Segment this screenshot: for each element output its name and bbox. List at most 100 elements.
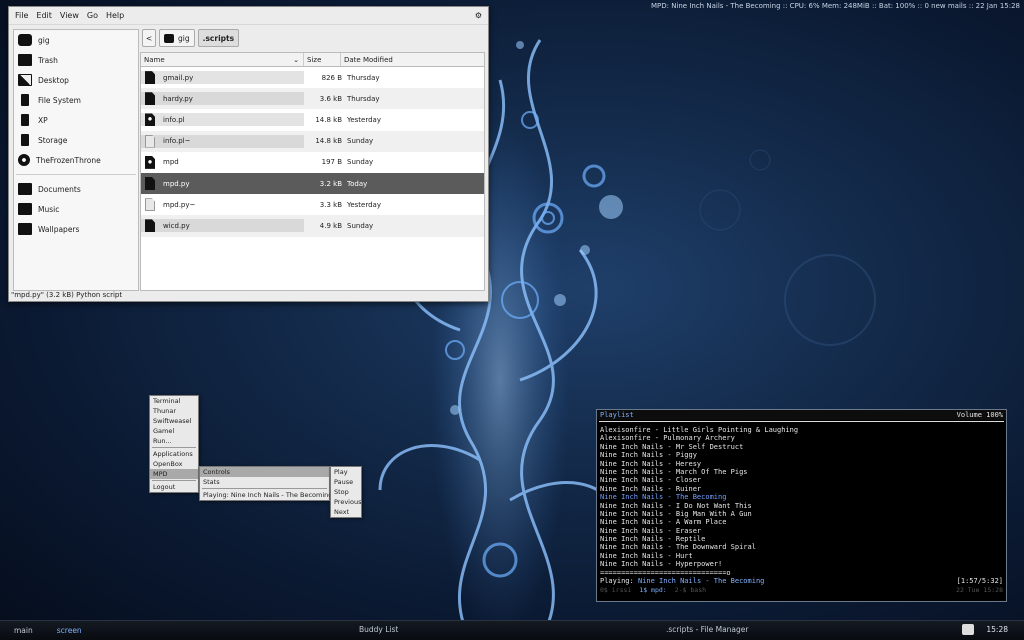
- screen-window[interactable]: 2-$ bash: [675, 586, 706, 594]
- menu-item-controls[interactable]: Controls: [200, 467, 329, 477]
- playlist-track[interactable]: Nine Inch Nails - Big Man With A Gun: [597, 510, 1006, 518]
- menu-view[interactable]: View: [60, 11, 79, 20]
- sidebar-item-wallpapers[interactable]: Wallpapers: [14, 219, 138, 239]
- playlist-track[interactable]: Nine Inch Nails - Reptile: [597, 535, 1006, 543]
- column-header-name[interactable]: Name ⌄: [141, 53, 304, 66]
- playlist-track[interactable]: Nine Inch Nails - Heresy: [597, 460, 1006, 468]
- sidebar-item-home[interactable]: gig: [14, 30, 138, 50]
- file-size: 4.9 kB: [319, 221, 342, 230]
- workspace-main[interactable]: main: [8, 626, 39, 635]
- menu-item-terminal[interactable]: Terminal: [150, 396, 198, 406]
- menu-item-mpd[interactable]: MPD: [150, 469, 198, 479]
- now-playing-title: Nine Inch Nails - The Becoming: [637, 576, 765, 585]
- sidebar-item-label: TheFrozenThrone: [36, 155, 101, 165]
- home-folder-icon: [18, 34, 32, 46]
- menu-item-swiftweasel[interactable]: Swiftweasel: [150, 416, 198, 426]
- menu-item-openbox[interactable]: OpenBox: [150, 459, 198, 469]
- menu-item-thunar[interactable]: Thunar: [150, 406, 198, 416]
- file-name: mpd: [163, 158, 179, 167]
- workspace-screen[interactable]: screen: [51, 626, 88, 635]
- playlist-header: Playlist Volume 100%: [597, 410, 1006, 420]
- file-row[interactable]: mpd.py~ 3.3 kB Yesterday: [141, 194, 484, 215]
- menu-item-next[interactable]: Next: [331, 507, 361, 517]
- sidebar-item-label: Storage: [38, 135, 68, 145]
- playlist-track[interactable]: Nine Inch Nails - Piggy: [597, 451, 1006, 459]
- sidebar-item-thefrozenthrone[interactable]: TheFrozenThrone: [14, 150, 138, 170]
- back-button[interactable]: <: [142, 29, 156, 47]
- file-row[interactable]: hardy.py 3.6 kB Thursday: [141, 88, 484, 110]
- file-row[interactable]: info.pl 14.8 kB Yesterday: [141, 109, 484, 130]
- path-button-home[interactable]: gig: [159, 29, 195, 47]
- playlist-track-current[interactable]: Nine Inch Nails - The Becoming: [597, 493, 1006, 501]
- menu-help[interactable]: Help: [106, 11, 124, 20]
- playlist-track[interactable]: Alexisonfire - Pulmonary Archery: [597, 434, 1006, 442]
- progress-bar: ==============================o: [600, 568, 731, 577]
- column-header-modified[interactable]: Date Modified: [341, 53, 484, 66]
- menu-bar: File Edit View Go Help ⚙: [9, 7, 488, 25]
- taskbar: main screen Buddy List .scripts - File M…: [0, 620, 1024, 640]
- file-modified: Yesterday: [347, 115, 381, 124]
- python-file-icon: [145, 219, 155, 233]
- playlist-track[interactable]: Alexisonfire - Little Girls Pointing & L…: [597, 426, 1006, 434]
- sidebar-item-storage[interactable]: Storage: [14, 130, 138, 150]
- path-bar: < gig .scripts: [142, 29, 240, 47]
- task-file-manager[interactable]: .scripts - File Manager: [666, 625, 748, 634]
- file-name: info.pl: [163, 115, 185, 124]
- terminal-window[interactable]: Playlist Volume 100% Alexisonfire - Litt…: [596, 409, 1007, 602]
- sidebar-item-music[interactable]: Music: [14, 199, 138, 219]
- sidebar-item-label: Music: [38, 204, 60, 214]
- sidebar-item-documents[interactable]: Documents: [14, 179, 138, 199]
- file-modified: Sunday: [347, 137, 374, 146]
- playlist-track[interactable]: Nine Inch Nails - Ruiner: [597, 485, 1006, 493]
- menu-edit[interactable]: Edit: [36, 11, 52, 20]
- file-row[interactable]: wicd.py 4.9 kB Sunday: [141, 215, 484, 237]
- executable-icon: [145, 113, 155, 127]
- executable-icon: [145, 155, 155, 169]
- sidebar-item-filesystem[interactable]: File System: [14, 90, 138, 110]
- menu-item-previous[interactable]: Previous: [331, 497, 361, 507]
- menu-item-stop[interactable]: Stop: [331, 487, 361, 497]
- playlist-track[interactable]: Nine Inch Nails - I Do Not Want This: [597, 502, 1006, 510]
- sidebar-item-trash[interactable]: Trash: [14, 50, 138, 70]
- screen-window[interactable]: 0$ irssi: [600, 586, 631, 594]
- sort-chevron-icon: ⌄: [293, 55, 299, 64]
- sidebar-item-label: gig: [38, 35, 50, 45]
- screen-window-active[interactable]: 1$ mpd:: [639, 586, 666, 594]
- playlist-track[interactable]: Nine Inch Nails - Eraser: [597, 527, 1006, 535]
- menu-item-applications[interactable]: Applications: [150, 449, 198, 459]
- file-modified: Yesterday: [347, 200, 381, 209]
- playlist-track[interactable]: Nine Inch Nails - The Downward Spiral: [597, 543, 1006, 551]
- playlist-track[interactable]: Nine Inch Nails - Hyperpower!: [597, 560, 1006, 568]
- menu-item-now-playing: Playing: Nine Inch Nails - The Becoming: [203, 491, 333, 499]
- file-row[interactable]: gmail.py 826 B Thursday: [141, 67, 484, 88]
- file-row[interactable]: mpd 197 B Sunday: [141, 152, 484, 173]
- file-modified: Sunday: [347, 158, 374, 167]
- task-buddy-list[interactable]: Buddy List: [359, 625, 398, 634]
- sidebar-item-label: File System: [38, 95, 81, 105]
- file-size: 3.6 kB: [319, 94, 342, 103]
- menu-item-run[interactable]: Run...: [150, 436, 198, 446]
- menu-item-play[interactable]: Play: [331, 467, 361, 477]
- file-name: mpd.py: [163, 179, 190, 188]
- window-menu-icon[interactable]: ⚙: [475, 11, 482, 20]
- file-row[interactable]: info.pl~ 14.8 kB Sunday: [141, 130, 484, 152]
- menu-separator: [152, 447, 196, 448]
- path-button-current[interactable]: .scripts: [197, 29, 240, 47]
- menu-item-stats[interactable]: Stats: [200, 477, 329, 487]
- sidebar-item-xp[interactable]: XP: [14, 110, 138, 130]
- sidebar-divider: [16, 174, 136, 175]
- menu-item-gamel[interactable]: Gamel: [150, 426, 198, 436]
- playlist-track[interactable]: Nine Inch Nails - March Of The Pigs: [597, 468, 1006, 476]
- sidebar-item-desktop[interactable]: Desktop: [14, 70, 138, 90]
- playlist-track[interactable]: Nine Inch Nails - Hurt: [597, 552, 1006, 560]
- menu-item-pause[interactable]: Pause: [331, 477, 361, 487]
- menu-item-logout[interactable]: Logout: [150, 482, 198, 492]
- menu-go[interactable]: Go: [87, 11, 98, 20]
- playlist-track[interactable]: Nine Inch Nails - A Warm Place: [597, 518, 1006, 526]
- tray-notification-icon[interactable]: [962, 624, 974, 635]
- menu-file[interactable]: File: [15, 11, 28, 20]
- column-header-size[interactable]: Size: [304, 53, 341, 66]
- playlist-track[interactable]: Nine Inch Nails - Closer: [597, 476, 1006, 484]
- file-row-selected[interactable]: mpd.py 3.2 kB Today: [141, 172, 484, 195]
- playlist-track[interactable]: Nine Inch Nails - Mr Self Destruct: [597, 443, 1006, 451]
